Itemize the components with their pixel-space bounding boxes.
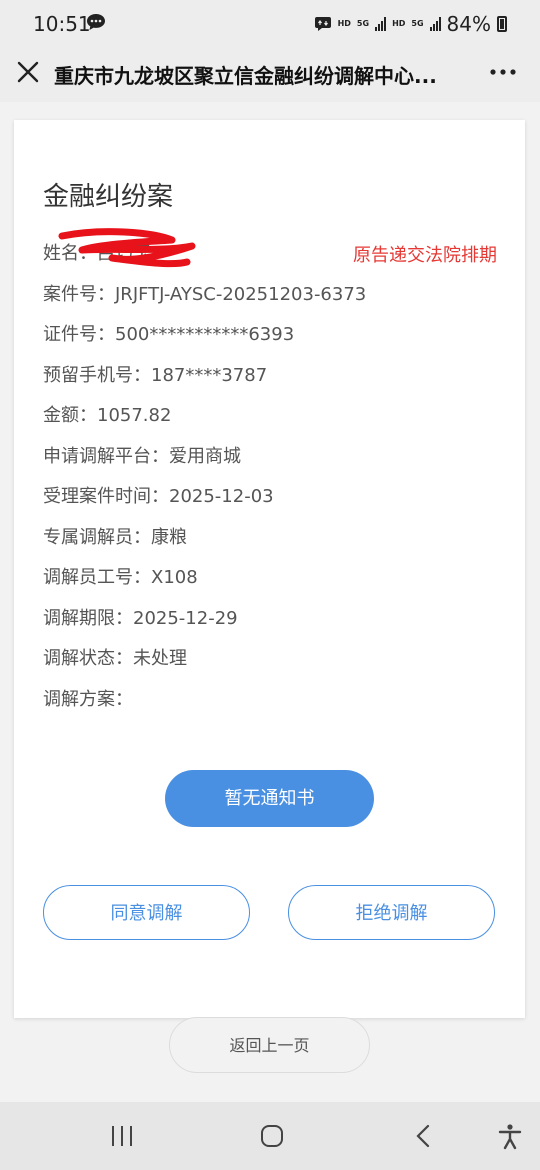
page-content: 金融纠纷案 姓名：吕巧玉 案件号：JRJFTJ-AYSC-20251203-63… [0, 102, 540, 1102]
accessibility-icon[interactable] [496, 1122, 524, 1150]
case-card: 金融纠纷案 姓名：吕巧玉 案件号：JRJFTJ-AYSC-20251203-63… [14, 120, 525, 1018]
chat-notification-icon [87, 14, 105, 30]
title-bar: 重庆市九龙坡区聚立信金融纠纷调解中心... [0, 46, 540, 102]
status-indicators: HD 5G HD 5G 84% [314, 12, 507, 36]
status-time: 10:51 [33, 12, 91, 36]
5g-label-2: 5G [411, 19, 424, 28]
5g-label-1: 5G [356, 19, 370, 28]
field-platform: 申请调解平台：爱用商城 [43, 445, 241, 467]
case-status-note: 原告递交法院排期 [353, 245, 497, 266]
hd-label-2: HD [392, 19, 406, 28]
notice-button[interactable]: 暂无通知书 [165, 770, 374, 827]
field-deadline: 调解期限：2025-12-29 [43, 607, 238, 629]
reject-mediation-button[interactable]: 拒绝调解 [288, 885, 495, 940]
signal-icon [375, 17, 387, 31]
field-plan: 调解方案： [43, 688, 133, 710]
back-page-button[interactable]: 返回上一页 [169, 1017, 370, 1073]
more-icon[interactable] [488, 62, 518, 82]
field-amount: 金额：1057.82 [43, 405, 172, 426]
hd-label-1: HD [337, 19, 351, 28]
home-icon[interactable] [258, 1122, 286, 1150]
battery-percent: 84% [446, 12, 491, 36]
field-mediator: 专属调解员：康粮 [43, 526, 187, 548]
recent-apps-icon[interactable] [108, 1122, 136, 1150]
page-title: 重庆市九龙坡区聚立信金融纠纷调解中心... [54, 64, 437, 88]
signal-icon-2 [429, 17, 441, 31]
agree-mediation-button[interactable]: 同意调解 [43, 885, 250, 940]
message-icon [314, 17, 331, 31]
field-case-number: 案件号：JRJFTJ-AYSC-20251203-6373 [43, 283, 367, 305]
back-icon[interactable] [410, 1122, 438, 1150]
field-id-number: 证件号：500***********6393 [43, 324, 295, 345]
case-heading: 金融纠纷案 [43, 182, 174, 212]
case-fields: 姓名：吕巧玉 案件号：JRJFTJ-AYSC-20251203-6373 证件号… [43, 240, 503, 726]
status-bar: 10:51 HD 5G HD 5G 84% [0, 0, 540, 46]
field-mediator-id: 调解员工号：X108 [43, 567, 198, 588]
field-accept-time: 受理案件时间：2025-12-03 [43, 486, 274, 507]
system-nav-bar [0, 1102, 540, 1170]
field-phone: 预留手机号：187****3787 [43, 364, 268, 386]
battery-icon [497, 16, 507, 32]
close-icon[interactable] [14, 58, 42, 86]
field-status: 调解状态：未处理 [43, 648, 187, 669]
